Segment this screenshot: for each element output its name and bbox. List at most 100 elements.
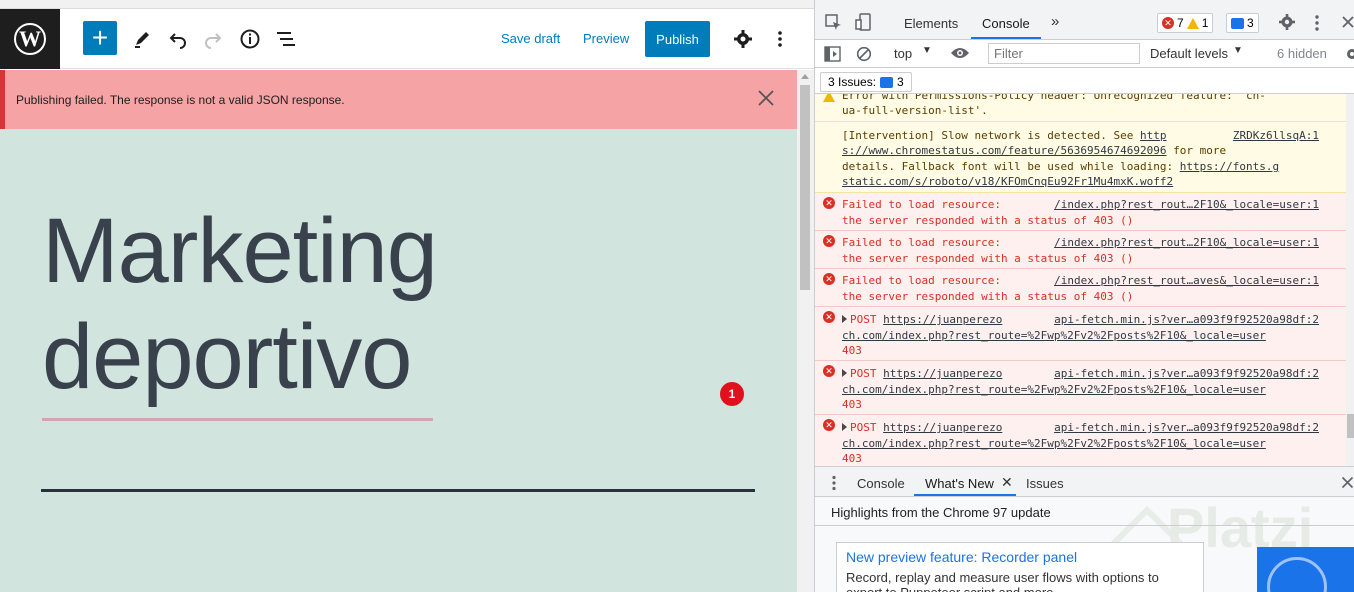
- more-options-icon[interactable]: [764, 23, 796, 55]
- notification-badge[interactable]: 1: [720, 382, 744, 406]
- publish-button[interactable]: Publish: [645, 21, 710, 57]
- tab-console[interactable]: Console: [982, 16, 1030, 31]
- request-url-link[interactable]: ch.com/index.php?rest_route=%2Fwp%2Fv2%2…: [842, 383, 1266, 396]
- issues-bar: 3 Issues: 3: [815, 68, 1354, 94]
- intervention-text: details. Fallback font will be used whil…: [842, 160, 1180, 173]
- source-link[interactable]: /index.php?rest_rout…aves&_locale=user:1: [1054, 273, 1319, 289]
- tab-elements[interactable]: Elements: [904, 16, 958, 31]
- feature-card-title[interactable]: New preview feature: Recorder panel: [846, 549, 1077, 565]
- warning-text: ua-full-version-list'.: [842, 104, 988, 117]
- separator-block[interactable]: [41, 489, 755, 492]
- issues-button[interactable]: 3 Issues: 3: [820, 72, 912, 92]
- console-error-row[interactable]: ✕ Failed to load resource: /index.php?re…: [815, 193, 1354, 231]
- status-code: 403: [842, 344, 862, 357]
- console-error-row[interactable]: ✕ Failed to load resource: /index.php?re…: [815, 231, 1354, 269]
- console-settings-gear-icon[interactable]: [1344, 46, 1354, 65]
- context-dropdown-arrow-icon[interactable]: ▼: [922, 45, 932, 56]
- live-expression-eye-icon[interactable]: [950, 46, 970, 63]
- error-text: Failed to load resource:: [842, 274, 1008, 287]
- context-selector[interactable]: top: [894, 46, 912, 61]
- post-title-line-2[interactable]: deportivo: [42, 305, 412, 410]
- levels-dropdown-arrow-icon[interactable]: ▼: [1233, 45, 1243, 56]
- save-draft-button[interactable]: Save draft: [501, 31, 560, 46]
- scroll-up-arrow-icon[interactable]: [801, 74, 809, 79]
- warning-icon: [1186, 17, 1199, 29]
- editor-scrollbar[interactable]: [797, 70, 814, 592]
- redo-icon[interactable]: [197, 23, 229, 55]
- request-method: POST: [850, 367, 884, 380]
- error-text: Failed to load resource:: [842, 236, 1008, 249]
- post-title-line-1[interactable]: Marketing: [42, 199, 438, 304]
- console-error-row[interactable]: ✕ POST https://juanperezo api-fetch.min.…: [815, 307, 1354, 361]
- list-view-icon[interactable]: [270, 23, 302, 55]
- font-link[interactable]: static.com/s/roboto/v18/KFOmCnqEu92Fr1Mu…: [842, 175, 1173, 188]
- request-url-link[interactable]: ch.com/index.php?rest_route=%2Fwp%2Fv2%2…: [842, 329, 1266, 342]
- error-count: 7: [1177, 16, 1184, 30]
- preview-button[interactable]: Preview: [583, 31, 629, 46]
- tools-pencil-icon[interactable]: [126, 23, 158, 55]
- notice-message: Publishing failed. The response is not a…: [16, 93, 345, 107]
- clear-console-icon[interactable]: [856, 46, 872, 65]
- inspect-element-icon[interactable]: [825, 14, 843, 37]
- expand-triangle-icon[interactable]: [842, 423, 847, 431]
- messages-counter[interactable]: 3: [1226, 13, 1259, 33]
- sidebar-toggle-icon[interactable]: [824, 46, 841, 65]
- console-scrollbar-thumb[interactable]: [1347, 414, 1354, 438]
- request-url-link[interactable]: https://juanperezo: [883, 313, 1002, 326]
- device-toolbar-icon[interactable]: [855, 13, 873, 36]
- source-link[interactable]: /index.php?rest_rout…2F10&_locale=user:1: [1054, 235, 1319, 251]
- error-warning-counter[interactable]: ✕ 7 1: [1157, 13, 1214, 33]
- console-warning-row[interactable]: Error with Permissions-Policy header: Un…: [815, 94, 1354, 122]
- devtools-panel: Elements Console » ✕ 7 1 3 top ▼ Filter …: [814, 0, 1354, 592]
- request-method: POST: [850, 421, 884, 434]
- wordpress-logo[interactable]: W: [0, 9, 60, 69]
- issues-count: 3: [897, 75, 904, 89]
- drawer-tab-issues[interactable]: Issues: [1026, 476, 1064, 491]
- active-tab-indicator: [971, 37, 1041, 39]
- source-link[interactable]: ZRDKz6llsqA:1: [1233, 128, 1319, 144]
- font-link[interactable]: https://fonts.g: [1180, 160, 1279, 173]
- add-block-button[interactable]: +: [83, 21, 117, 55]
- more-tabs-chevron-icon[interactable]: »: [1051, 13, 1059, 30]
- console-intervention-row[interactable]: [Intervention] Slow network is detected.…: [815, 122, 1354, 193]
- editor-canvas[interactable]: Marketing deportivo 1: [0, 129, 797, 592]
- close-icon[interactable]: [755, 87, 777, 109]
- feature-thumbnail-image[interactable]: [1257, 547, 1354, 592]
- close-tab-icon[interactable]: ✕: [1001, 474, 1013, 491]
- expand-triangle-icon[interactable]: [842, 315, 847, 323]
- status-code: 403: [842, 452, 862, 465]
- console-error-row[interactable]: ✕ POST https://juanperezo api-fetch.min.…: [815, 415, 1354, 466]
- source-link[interactable]: api-fetch.min.js?ver…a093f9f92520a98df:2: [1054, 420, 1319, 436]
- console-error-row[interactable]: ✕ POST https://juanperezo api-fetch.min.…: [815, 361, 1354, 415]
- settings-gear-icon[interactable]: [727, 23, 759, 55]
- request-url-link[interactable]: https://juanperezo: [883, 421, 1002, 434]
- info-icon[interactable]: [234, 23, 266, 55]
- undo-icon[interactable]: [162, 23, 194, 55]
- source-link[interactable]: api-fetch.min.js?ver…a093f9f92520a98df:2: [1054, 312, 1319, 328]
- request-url-link[interactable]: https://juanperezo: [883, 367, 1002, 380]
- console-messages: Error with Permissions-Policy header: Un…: [815, 94, 1354, 466]
- feature-card[interactable]: New preview feature: Recorder panel Reco…: [836, 542, 1204, 592]
- feature-card-description: Record, replay and measure user flows wi…: [846, 570, 1159, 592]
- expand-triangle-icon[interactable]: [842, 369, 847, 377]
- close-drawer-icon[interactable]: [1341, 476, 1354, 492]
- devtools-settings-gear-icon[interactable]: [1278, 13, 1296, 36]
- console-error-row[interactable]: ✕ Failed to load resource: /index.php?re…: [815, 269, 1354, 307]
- source-link[interactable]: /index.php?rest_rout…2F10&_locale=user:1: [1054, 197, 1319, 213]
- request-method: POST: [850, 313, 884, 326]
- highlights-heading: Highlights from the Chrome 97 update: [831, 505, 1051, 520]
- drawer-tab-console[interactable]: Console: [857, 476, 905, 491]
- devtools-menu-icon[interactable]: [1314, 14, 1320, 37]
- console-scrollbar[interactable]: [1346, 94, 1354, 466]
- close-devtools-icon[interactable]: [1341, 15, 1354, 34]
- log-levels-dropdown[interactable]: Default levels: [1150, 46, 1228, 61]
- chromestatus-link[interactable]: s://www.chromestatus.com/feature/5636954…: [842, 144, 1167, 157]
- intervention-text: for more: [1166, 144, 1227, 157]
- drawer-tab-whats-new[interactable]: What's New: [925, 476, 994, 491]
- chromestatus-link[interactable]: http: [1140, 129, 1167, 142]
- scrollbar-thumb[interactable]: [800, 85, 810, 290]
- drawer-menu-icon[interactable]: [831, 475, 837, 494]
- source-link[interactable]: api-fetch.min.js?ver…a093f9f92520a98df:2: [1054, 366, 1319, 382]
- filter-input[interactable]: [988, 43, 1140, 64]
- request-url-link[interactable]: ch.com/index.php?rest_route=%2Fwp%2Fv2%2…: [842, 437, 1266, 450]
